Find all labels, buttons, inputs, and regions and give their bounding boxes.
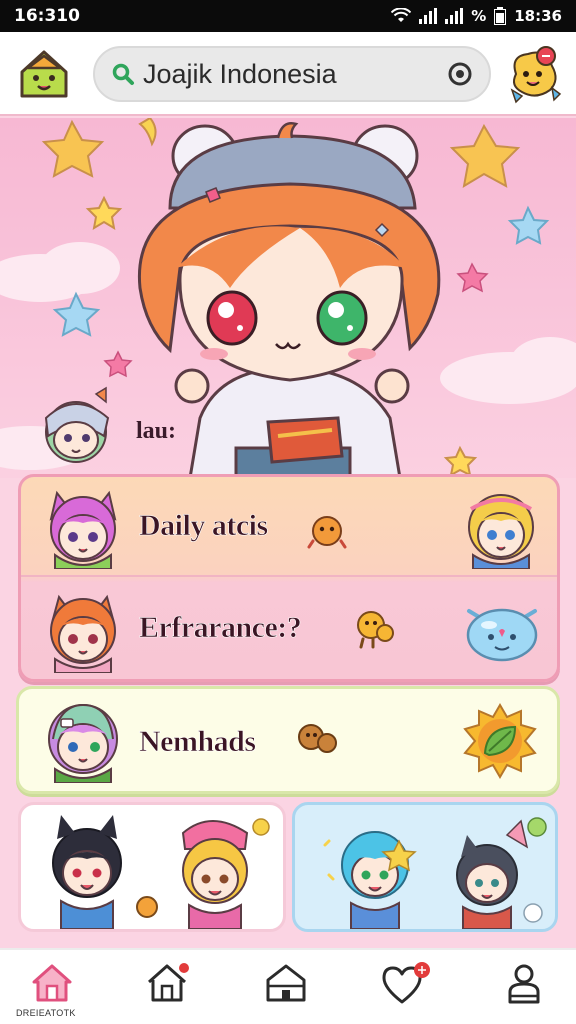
search-icon — [112, 63, 134, 85]
leaf-sun-icon — [463, 703, 537, 779]
blue-slime-icon — [466, 608, 538, 662]
search-input[interactable]: Joajik Indonesia — [143, 59, 447, 90]
menu-item-nemhads[interactable]: Nemhads — [16, 686, 560, 794]
signal-icon — [419, 8, 438, 24]
menu-item-erfrarance-label: Erfrarance:? — [139, 611, 302, 645]
nav-favorites[interactable] — [376, 962, 436, 1012]
orange-hair-girl-icon — [50, 594, 116, 673]
store-icon — [266, 964, 306, 1002]
rainbow-hair-girl-icon — [48, 703, 118, 783]
pink-cat-girl-icon — [49, 490, 117, 569]
battery-percent: % — [471, 7, 487, 25]
profile-avatar-button[interactable] — [506, 44, 562, 104]
menu-item-daily-label: Daily atcis — [139, 509, 269, 543]
hero-label: lau: — [136, 418, 177, 444]
house-mascot-icon — [20, 50, 68, 98]
character-tile-right[interactable] — [292, 802, 558, 932]
tile-characters-illustration-2 — [323, 817, 547, 929]
profile-icon — [508, 964, 540, 1004]
hero-illustration — [0, 118, 576, 478]
wifi-icon — [391, 8, 412, 22]
app-header: Joajik Indonesia — [0, 32, 576, 116]
status-time: 16:310 — [14, 6, 80, 26]
hero-banner: lau: — [0, 118, 576, 478]
heart-icon — [382, 962, 430, 1004]
menu-card-group: Daily atcis Erfrarance:? — [18, 474, 560, 682]
brown-creature-icon — [298, 724, 337, 753]
bottom-navigation: DREIEATOTK — [0, 948, 576, 1024]
menu-item-daily[interactable]: Daily atcis — [21, 477, 557, 577]
orange-creature-icon — [307, 516, 347, 549]
signal-icon-2 — [445, 8, 464, 24]
nav-home[interactable] — [22, 962, 82, 1012]
tile-characters-illustration — [52, 815, 270, 929]
menu-item-erfrarance[interactable]: Erfrarance:? — [21, 579, 557, 679]
status-icons: % 18:36 — [391, 7, 562, 25]
status-bar: 16:310 % 18:36 — [0, 0, 576, 32]
blonde-girl-icon — [468, 494, 534, 569]
home-mascot-button[interactable] — [18, 48, 70, 100]
yellow-creature-icon — [357, 611, 394, 649]
nav-home-label: DREIEATOTK — [16, 1008, 76, 1018]
house-outline-icon — [148, 963, 189, 1002]
battery-icon — [494, 7, 507, 25]
settings-target-icon[interactable] — [447, 61, 473, 87]
status-clock: 18:36 — [514, 7, 562, 25]
nav-house[interactable] — [138, 962, 198, 1012]
avatar-mascot-icon — [510, 46, 562, 104]
nav-profile[interactable] — [494, 962, 554, 1012]
search-bar[interactable]: Joajik Indonesia — [93, 46, 491, 102]
character-tile-left[interactable] — [18, 802, 286, 932]
home-icon — [32, 964, 72, 1002]
nav-store[interactable] — [256, 962, 316, 1012]
menu-item-nemhads-label: Nemhads — [139, 725, 257, 759]
